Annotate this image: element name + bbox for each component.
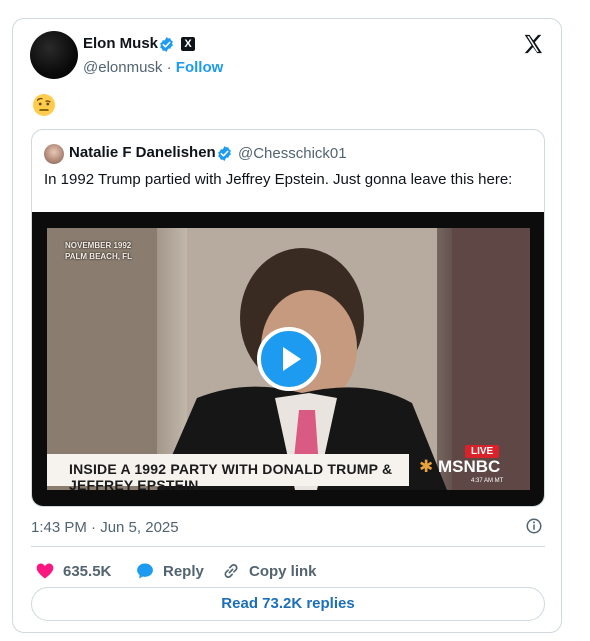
network-name: MSNBC	[437, 457, 501, 476]
scene-left-panel	[47, 228, 157, 490]
quoted-tweet[interactable]: Natalie F Danelishen @Chesschick01 In 19…	[31, 129, 545, 507]
author-name[interactable]: Elon Musk	[83, 35, 158, 52]
network-logo: ✱ MSNBC	[419, 457, 500, 477]
verified-icon	[218, 146, 231, 161]
x-logo-icon[interactable]	[522, 33, 544, 55]
play-button[interactable]	[257, 327, 321, 391]
x-badge-icon: X	[181, 37, 195, 51]
tweet-card: Elon Musk X @elonmusk · Follow Natalie F…	[12, 18, 562, 633]
divider	[31, 546, 545, 547]
location-label: NOVEMBER 1992 PALM BEACH, FL	[65, 240, 132, 262]
author-handle[interactable]: @elonmusk	[83, 59, 162, 76]
verified-icon	[160, 37, 173, 52]
network-time: 4:37 AM MT	[471, 478, 504, 484]
link-icon	[224, 564, 238, 578]
reply-action[interactable]: Reply	[135, 559, 204, 583]
quoted-text: In 1992 Trump partied with Jeffrey Epste…	[44, 171, 513, 188]
lower-third: INSIDE A 1992 PARTY WITH DONALD TRUMP & …	[47, 454, 409, 490]
like-action[interactable]: 635.5K	[35, 559, 111, 583]
avatar[interactable]	[30, 31, 78, 79]
info-icon[interactable]	[525, 517, 543, 535]
quoted-avatar[interactable]	[44, 144, 64, 164]
lower-third-text: INSIDE A 1992 PARTY WITH DONALD TRUMP & …	[69, 461, 393, 490]
quoted-author-name[interactable]: Natalie F Danelishen	[69, 144, 216, 161]
like-count: 635.5K	[63, 562, 112, 580]
read-replies-button[interactable]: Read 73.2K replies	[31, 587, 545, 621]
copy-link-label: Copy link	[249, 562, 317, 580]
location-label-line1: NOVEMBER 1992	[65, 241, 132, 250]
follow-link[interactable]: Follow	[176, 59, 224, 76]
tweet-timestamp[interactable]: 1:43 PM · Jun 5, 2025	[31, 519, 179, 536]
copy-link-action[interactable]: Copy link	[221, 559, 317, 583]
video-player[interactable]: NOVEMBER 1992 PALM BEACH, FL LIVE INSIDE…	[32, 212, 544, 506]
separator: ·	[166, 59, 172, 76]
quoted-author-handle[interactable]: @Chesschick01	[238, 145, 347, 162]
reply-icon	[137, 563, 153, 579]
play-icon	[283, 347, 301, 371]
raised-eyebrow-emoji	[32, 93, 56, 117]
raised-eyebrow-icon	[33, 94, 55, 116]
peacock-icon: ✱	[419, 457, 434, 476]
location-label-line2: PALM BEACH, FL	[65, 252, 132, 261]
heart-icon	[36, 563, 54, 579]
reply-label: Reply	[163, 562, 204, 580]
handle-row: @elonmusk · Follow	[83, 59, 223, 76]
